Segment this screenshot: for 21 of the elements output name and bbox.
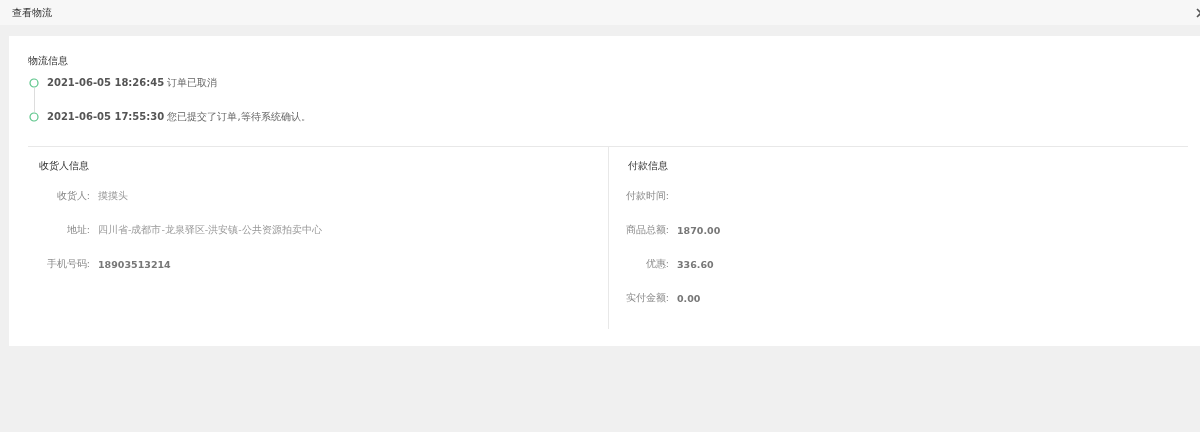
field-value: 0.00 bbox=[677, 292, 701, 304]
window-title: 查看物流 bbox=[12, 5, 52, 20]
field-label: 优惠: bbox=[644, 257, 669, 271]
field-label: 收货人: bbox=[55, 189, 90, 203]
field-value: 1870.00 bbox=[677, 224, 721, 236]
timeline-entry: 2021-06-05 17:55:30 您已提交了订单,等待系统确认。 bbox=[47, 112, 311, 122]
timeline-entry: 2021-06-05 18:26:45 订单已取消 bbox=[47, 78, 218, 88]
section-title: 收货人信息 bbox=[39, 159, 90, 173]
section-title: 付款信息 bbox=[628, 159, 669, 173]
field-value: 摸摸头 bbox=[98, 189, 128, 203]
section-title: 物流信息 bbox=[28, 54, 69, 68]
field-label: 手机号码: bbox=[45, 257, 90, 271]
field-value: 四川省-成都市-龙泉驿区-洪安镇-公共资源拍卖中心 bbox=[98, 223, 322, 237]
field-label: 商品总额: bbox=[624, 223, 669, 237]
field-label: 地址: bbox=[65, 223, 90, 237]
timeline-dot-icon bbox=[29, 112, 39, 122]
field-label: 实付金额: bbox=[624, 291, 669, 305]
field-value: 18903513214 bbox=[98, 258, 171, 270]
field-label: 付款时间: bbox=[624, 189, 669, 203]
timeline-dot-icon bbox=[29, 78, 39, 88]
field-value: 336.60 bbox=[677, 258, 714, 270]
